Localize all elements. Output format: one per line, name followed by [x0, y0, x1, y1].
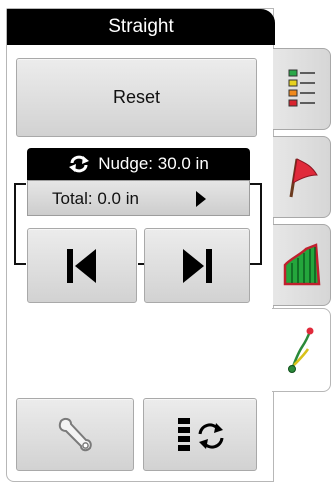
right-bracket-divider: [250, 183, 262, 265]
play-arrow-icon: [196, 191, 206, 207]
flag-icon: [289, 158, 318, 198]
yield-map-icon: [283, 243, 320, 286]
skip-back-icon: [67, 248, 96, 283]
guidance-title-bar: Straight: [7, 9, 275, 45]
left-bracket-divider: [14, 183, 26, 265]
reset-label: Reset: [112, 87, 161, 107]
layers-legend-icon: [288, 69, 315, 107]
reset-button[interactable]: Reset: [16, 58, 257, 137]
nudge-left-button[interactable]: [27, 228, 137, 303]
page-title: Straight: [108, 16, 174, 37]
nudge-label: Nudge: 30.0 in: [98, 154, 209, 173]
total-label: Total: 0.0 in: [52, 189, 139, 208]
tab-flags[interactable]: [273, 136, 331, 218]
guidance-line-icon: [288, 327, 314, 373]
settings-button[interactable]: [16, 398, 134, 471]
tab-map-layers[interactable]: [273, 48, 331, 130]
skip-forward-icon: [183, 248, 212, 283]
swath-cycle-button[interactable]: [143, 398, 257, 471]
tab-guidance[interactable]: [272, 308, 331, 392]
nudge-right-button[interactable]: [144, 228, 250, 303]
tab-yield-map[interactable]: [273, 224, 331, 306]
wrench-icon: [58, 417, 92, 451]
refresh-icon: [69, 155, 90, 173]
swath-cycle-icon: [178, 417, 224, 451]
nudge-header[interactable]: Nudge: 30.0 in: [27, 148, 250, 180]
total-offset-row[interactable]: Total: 0.0 in: [27, 180, 250, 216]
